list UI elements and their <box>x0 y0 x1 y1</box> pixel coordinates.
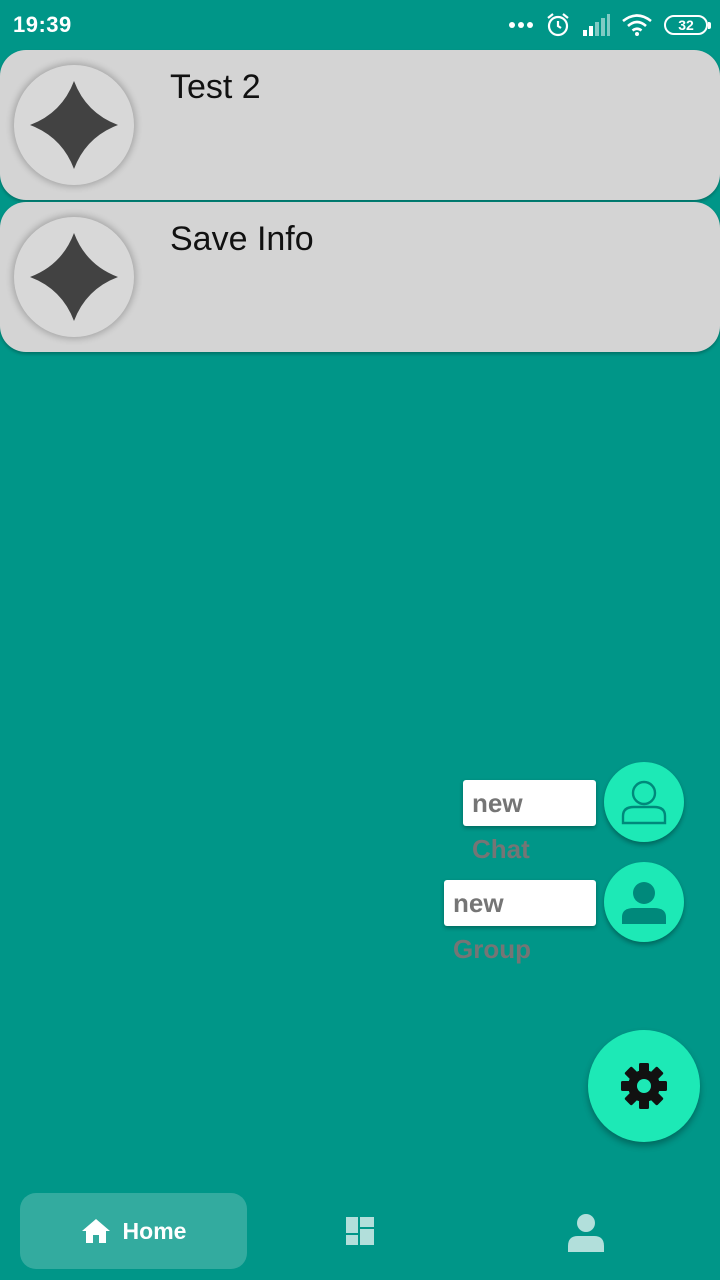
gear-icon <box>621 1063 667 1109</box>
chat-avatar <box>14 217 134 337</box>
battery-icon: 32 <box>664 15 711 35</box>
bottom-nav: Home <box>0 1180 720 1280</box>
new-chat-button[interactable] <box>604 762 684 842</box>
new-chat-label[interactable]: new Chat <box>463 780 596 864</box>
chat-title: Save Info <box>170 220 314 258</box>
nav-home-label: Home <box>122 1217 187 1244</box>
chat-avatar <box>14 65 134 185</box>
new-group-label[interactable]: new Group <box>444 880 596 964</box>
app-diamond-icon <box>30 233 118 321</box>
nav-profile-tab[interactable] <box>564 1210 608 1254</box>
more-dots-icon <box>509 22 533 28</box>
battery-level: 32 <box>678 17 694 33</box>
chat-title: Test 2 <box>170 68 261 106</box>
dashboard-icon <box>346 1217 374 1245</box>
profile-icon <box>568 1214 604 1252</box>
wifi-icon <box>622 14 652 36</box>
settings-fab-button[interactable] <box>588 1030 700 1142</box>
person-outline-icon <box>621 780 667 825</box>
status-time: 19:39 <box>13 12 72 37</box>
signal-icon <box>583 14 610 36</box>
app-diamond-icon <box>30 81 118 169</box>
person-filled-icon <box>622 882 666 924</box>
chat-item-save-info[interactable]: Save Info <box>0 202 720 352</box>
alarm-icon <box>547 13 569 37</box>
nav-dashboard-tab[interactable] <box>340 1211 380 1251</box>
status-icons: 32 <box>508 10 711 40</box>
chat-item-test-2[interactable]: Test 2 <box>0 50 720 200</box>
status-bar: 19:39 32 <box>0 0 720 50</box>
nav-home-tab[interactable]: Home <box>20 1193 247 1269</box>
home-icon <box>81 1219 110 1243</box>
new-group-button[interactable] <box>604 862 684 942</box>
